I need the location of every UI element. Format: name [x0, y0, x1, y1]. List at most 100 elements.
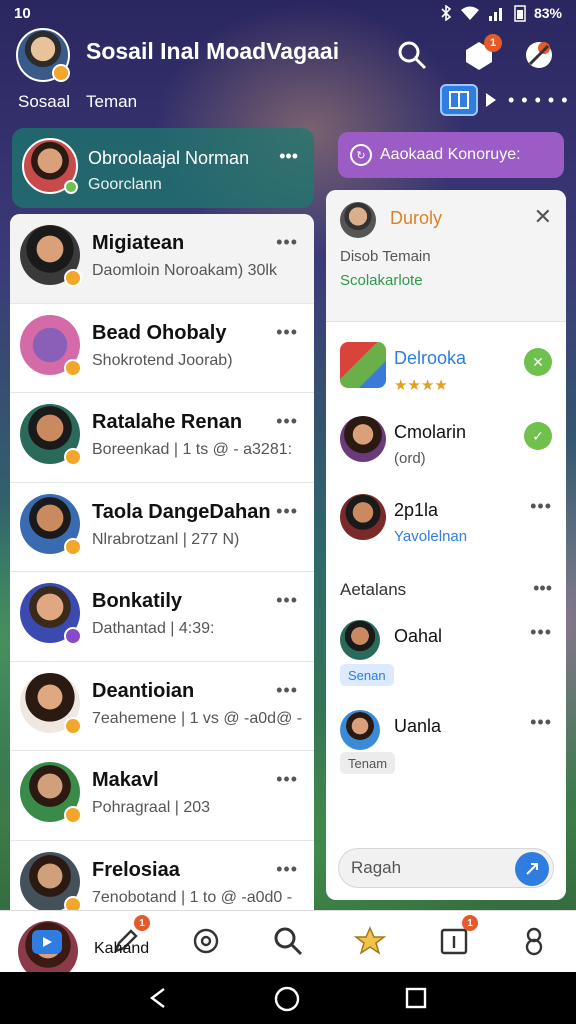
more-icon[interactable]: ••• [279, 146, 298, 167]
avatar [20, 314, 82, 377]
more-icon[interactable]: ••• [276, 859, 298, 880]
avatar [340, 342, 386, 388]
chat-preview: Nlrabrotzanl | 277 N) [92, 530, 240, 548]
chat-preview: Boreenkad | 1 ts @ - a3281: [92, 441, 293, 458]
avatar [20, 225, 82, 287]
chat-list-item[interactable]: Taola DangeDahan Nlrabrotzanl | 277 N) •… [10, 482, 314, 572]
status-time: 10 [14, 4, 31, 22]
friend-item[interactable]: Delrooka ★★★★ ✕ [326, 336, 566, 416]
send-button[interactable] [515, 852, 549, 886]
message-input[interactable]: Ragah [338, 848, 554, 888]
more-icon[interactable]: ••• [276, 680, 298, 701]
accept-icon[interactable]: ✓ [524, 422, 552, 450]
chat-name: Migiatean [92, 232, 185, 254]
chat-list-item[interactable]: Makavl Pohragraal | 203 ••• [10, 751, 314, 841]
more-icon[interactable]: ••• [276, 411, 298, 432]
friend-name: Cmolarin [394, 422, 467, 442]
group-title: Obroolaajal Norman [88, 148, 250, 168]
avatar [20, 672, 82, 735]
status-bar: 10 83% [0, 0, 576, 26]
add-contact-label: Aaokaad Konoruye: [380, 146, 521, 163]
avatar [340, 620, 380, 660]
tab-badge: 1 [134, 915, 150, 931]
bottom-tab-bar: 1 1 [0, 910, 576, 981]
chat-list: Migiatean Daomloin Noroakam) 30lk ••• Be… [10, 214, 314, 910]
system-nav-bar [0, 972, 576, 1024]
more-icon[interactable]: ••• [530, 712, 552, 733]
back-icon[interactable] [146, 986, 170, 1015]
tab-sosaal[interactable]: Sosaal [18, 92, 70, 112]
message-placeholder: Ragah [351, 858, 402, 877]
flower-icon[interactable] [522, 38, 556, 72]
accept-icon[interactable]: ✕ [524, 348, 552, 376]
chat-bubble-icon[interactable]: 1 [462, 34, 502, 72]
video-icon[interactable] [32, 930, 62, 954]
chat-list-item[interactable]: Frelosiaa 7enobotand | 1 to @ -a0d0 - ••… [10, 840, 314, 910]
tab-badge: 1 [462, 915, 478, 931]
add-contact-button[interactable]: ↻ Aaokaad Konoruye: [338, 132, 564, 178]
avatar [20, 493, 82, 556]
layout-icon [449, 91, 469, 109]
friend-sub: (ord) [394, 450, 426, 467]
search-icon[interactable] [395, 38, 429, 72]
chat-list-item[interactable]: Migiatean Daomloin Noroakam) 30lk ••• [10, 214, 314, 304]
more-icon[interactable]: ••• [530, 622, 552, 643]
avatar [340, 202, 376, 238]
chat-list-item[interactable]: Bead Ohobaly Shokrotend Joorab) ••• [10, 303, 314, 393]
friend-rating: ★★★★ [394, 377, 448, 394]
more-icon[interactable]: ••• [276, 769, 298, 790]
panel-status: Scolakarlote [340, 272, 423, 289]
more-dots-icon[interactable]: • • • • • [508, 90, 569, 111]
more-icon[interactable]: ••• [276, 501, 298, 522]
profile-avatar[interactable] [16, 28, 70, 82]
avatar [20, 851, 82, 910]
calendar-icon[interactable]: 1 [434, 915, 478, 961]
more-icon[interactable]: ••• [276, 232, 298, 253]
tab-teman[interactable]: Teman [86, 92, 137, 112]
send-icon [526, 863, 538, 875]
friend-name: 2p1la [394, 500, 439, 520]
profile-icon[interactable] [514, 921, 554, 961]
avatar [20, 404, 82, 466]
friend-sub: Yavolelnan [394, 528, 468, 545]
friend-panel: Duroly ✕ Disob Temain Scolakarlote Delro… [326, 190, 566, 900]
more-icon[interactable]: ••• [530, 496, 552, 517]
tag-pill[interactable]: Tenam [340, 752, 396, 774]
chat-list-item[interactable]: Deantioian 7eahemene | 1 vs @ -a0d@ - ••… [10, 661, 314, 751]
more-icon[interactable]: ••• [276, 590, 298, 611]
panel-header: Duroly ✕ Disob Temain Scolakarlote [326, 190, 566, 322]
chat-list-item[interactable]: Bonkatily Dathantad | 4:39: ••• [10, 572, 314, 662]
more-icon[interactable]: ••• [533, 578, 552, 599]
avatar [340, 494, 386, 540]
me-label: Kahand [94, 940, 150, 957]
friend-item[interactable]: 2p1la Yavolelnan ••• [326, 488, 566, 568]
friend-item[interactable]: Cmolarin (ord) ✓ [326, 410, 566, 490]
chat-preview: 7enobotand | 1 to @ -a0d0 - [92, 888, 293, 906]
avatar [340, 416, 386, 462]
panel-title: Duroly [390, 208, 443, 228]
recents-icon[interactable] [404, 986, 428, 1015]
home-icon[interactable] [274, 986, 300, 1017]
more-icon[interactable]: ••• [276, 322, 298, 343]
friend-name: Uanla [394, 716, 442, 736]
chat-name: Deantioian [92, 679, 195, 702]
chat-preview: Daomloin Noroakam) 30lk [92, 262, 277, 279]
signal-icon [488, 8, 502, 21]
chat-name: Makavl [92, 769, 159, 791]
view-toggle-button[interactable] [440, 84, 478, 116]
chat-name: Taola DangeDahan [92, 500, 271, 523]
close-icon[interactable]: ✕ [534, 204, 552, 230]
group-subtitle: Goorclann [88, 176, 162, 193]
search-icon[interactable] [268, 921, 308, 961]
panel-subtitle: Disob Temain [340, 248, 431, 265]
chat-list-item[interactable]: Ratalahe Renan Boreenkad | 1 ts @ - a328… [10, 393, 314, 483]
explore-icon[interactable] [186, 921, 226, 961]
play-icon[interactable] [486, 93, 496, 107]
group-chat-card[interactable]: Obroolaajal Norman Goorclann ••• [12, 128, 314, 208]
wifi-icon [460, 6, 479, 20]
star-icon[interactable] [350, 921, 390, 961]
tag-pill[interactable]: Senan [340, 664, 394, 686]
chat-name: Bonkatily [92, 590, 183, 612]
section-title: Aetalans [340, 580, 407, 599]
chat-name: Ratalahe Renan [92, 411, 243, 433]
